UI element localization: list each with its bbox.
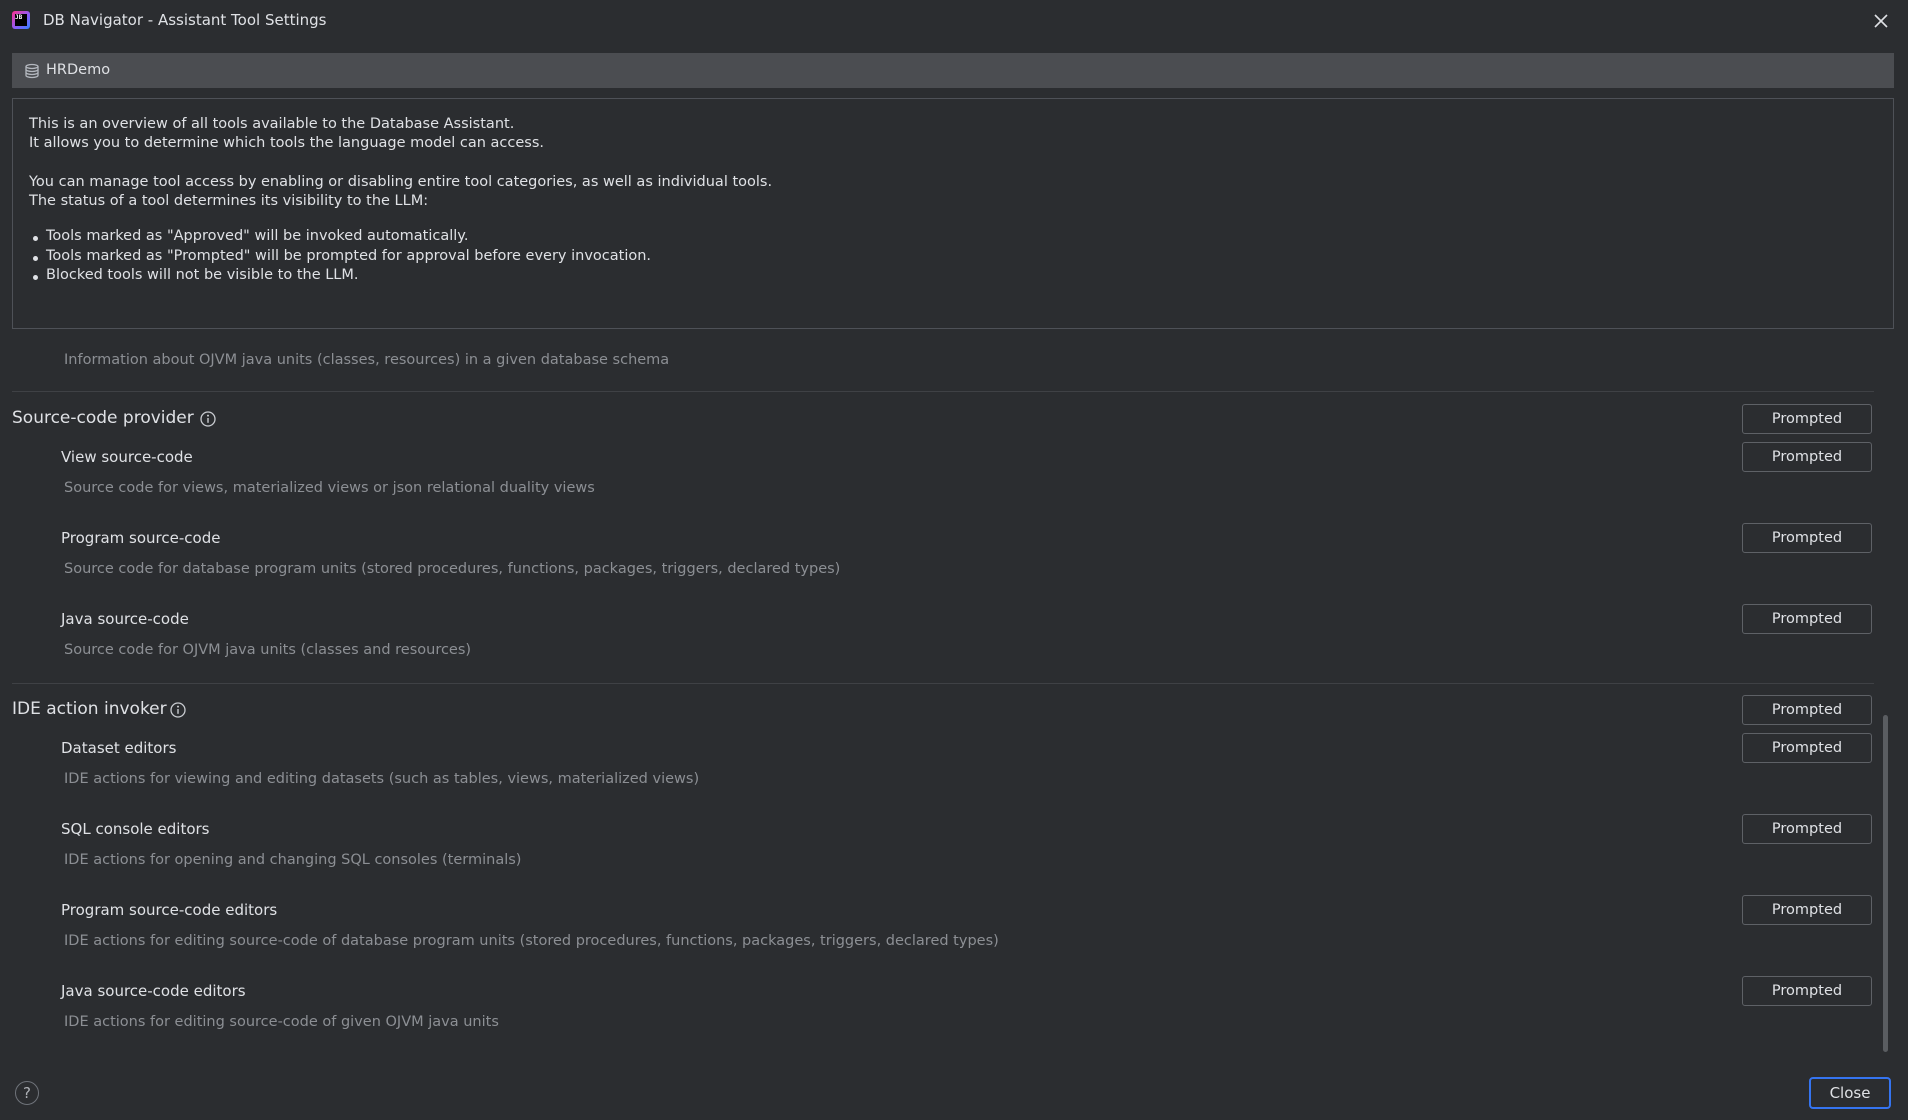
title-bar: JB DB Navigator - Assistant Tool Setting… bbox=[0, 0, 1908, 42]
tool-title: Dataset editors bbox=[61, 739, 177, 757]
tool-description: IDE actions for viewing and editing data… bbox=[64, 771, 700, 787]
tool-status-button[interactable]: Prompted bbox=[1742, 895, 1872, 925]
tool-title: Java source-code bbox=[61, 610, 189, 628]
tool-title: Program source-code bbox=[61, 529, 221, 547]
tool-status-button[interactable]: Prompted bbox=[1742, 442, 1872, 472]
tool-description: Source code for views, materialized view… bbox=[64, 480, 595, 496]
tool-title: Java source-code editors bbox=[61, 982, 246, 1000]
info-bullet: Blocked tools will not be visible to the… bbox=[46, 267, 359, 283]
info-icon[interactable] bbox=[199, 410, 217, 428]
bullet-dot bbox=[33, 236, 38, 241]
info-line: You can manage tool access by enabling o… bbox=[29, 174, 773, 190]
tool-title: View source-code bbox=[61, 448, 193, 466]
info-icon[interactable] bbox=[169, 701, 187, 719]
info-panel: This is an overview of all tools availab… bbox=[12, 98, 1894, 329]
tool-description: Source code for database program units (… bbox=[64, 561, 841, 577]
window-title: DB Navigator - Assistant Tool Settings bbox=[43, 11, 327, 29]
close-icon[interactable] bbox=[1870, 10, 1892, 32]
category-title-source-code-provider: Source-code provider bbox=[12, 408, 194, 428]
help-button[interactable]: ? bbox=[15, 1081, 39, 1105]
category-status-button[interactable]: Prompted bbox=[1742, 404, 1872, 434]
database-icon bbox=[25, 63, 39, 79]
tool-description: Information about OJVM java units (class… bbox=[64, 352, 670, 368]
tool-status-button[interactable]: Prompted bbox=[1742, 523, 1872, 553]
info-line: It allows you to determine which tools t… bbox=[29, 135, 545, 151]
separator bbox=[12, 683, 1874, 684]
tool-description: Source code for OJVM java units (classes… bbox=[64, 642, 472, 658]
info-bullet: Tools marked as "Prompted" will be promp… bbox=[46, 248, 652, 264]
close-button[interactable]: Close bbox=[1809, 1077, 1891, 1109]
category-title-ide-action-invoker: IDE action invoker bbox=[12, 699, 167, 719]
info-line: The status of a tool determines its visi… bbox=[29, 193, 429, 209]
bullet-dot bbox=[33, 256, 38, 261]
app-logo-icon: JB bbox=[12, 11, 30, 29]
separator bbox=[12, 391, 1874, 392]
tool-title: Program source-code editors bbox=[61, 901, 278, 919]
tool-status-button[interactable]: Prompted bbox=[1742, 604, 1872, 634]
bullet-dot bbox=[33, 275, 38, 280]
connection-header: HRDemo bbox=[12, 53, 1894, 88]
category-status-button[interactable]: Prompted bbox=[1742, 695, 1872, 725]
app-logo-text: JB bbox=[15, 14, 27, 26]
tool-description: IDE actions for opening and changing SQL… bbox=[64, 852, 522, 868]
tool-title: SQL console editors bbox=[61, 820, 210, 838]
info-bullet: Tools marked as "Approved" will be invok… bbox=[46, 228, 469, 244]
tool-status-button[interactable]: Prompted bbox=[1742, 976, 1872, 1006]
tool-list[interactable]: Information about OJVM java units (class… bbox=[0, 338, 1908, 1065]
scrollbar-thumb[interactable] bbox=[1883, 715, 1888, 1052]
tool-status-button[interactable]: Prompted bbox=[1742, 814, 1872, 844]
tool-status-button[interactable]: Prompted bbox=[1742, 733, 1872, 763]
tool-description: IDE actions for editing source-code of g… bbox=[64, 1014, 499, 1030]
info-line: This is an overview of all tools availab… bbox=[29, 116, 515, 132]
tool-description: IDE actions for editing source-code of d… bbox=[64, 933, 999, 949]
connection-name: HRDemo bbox=[46, 62, 111, 78]
